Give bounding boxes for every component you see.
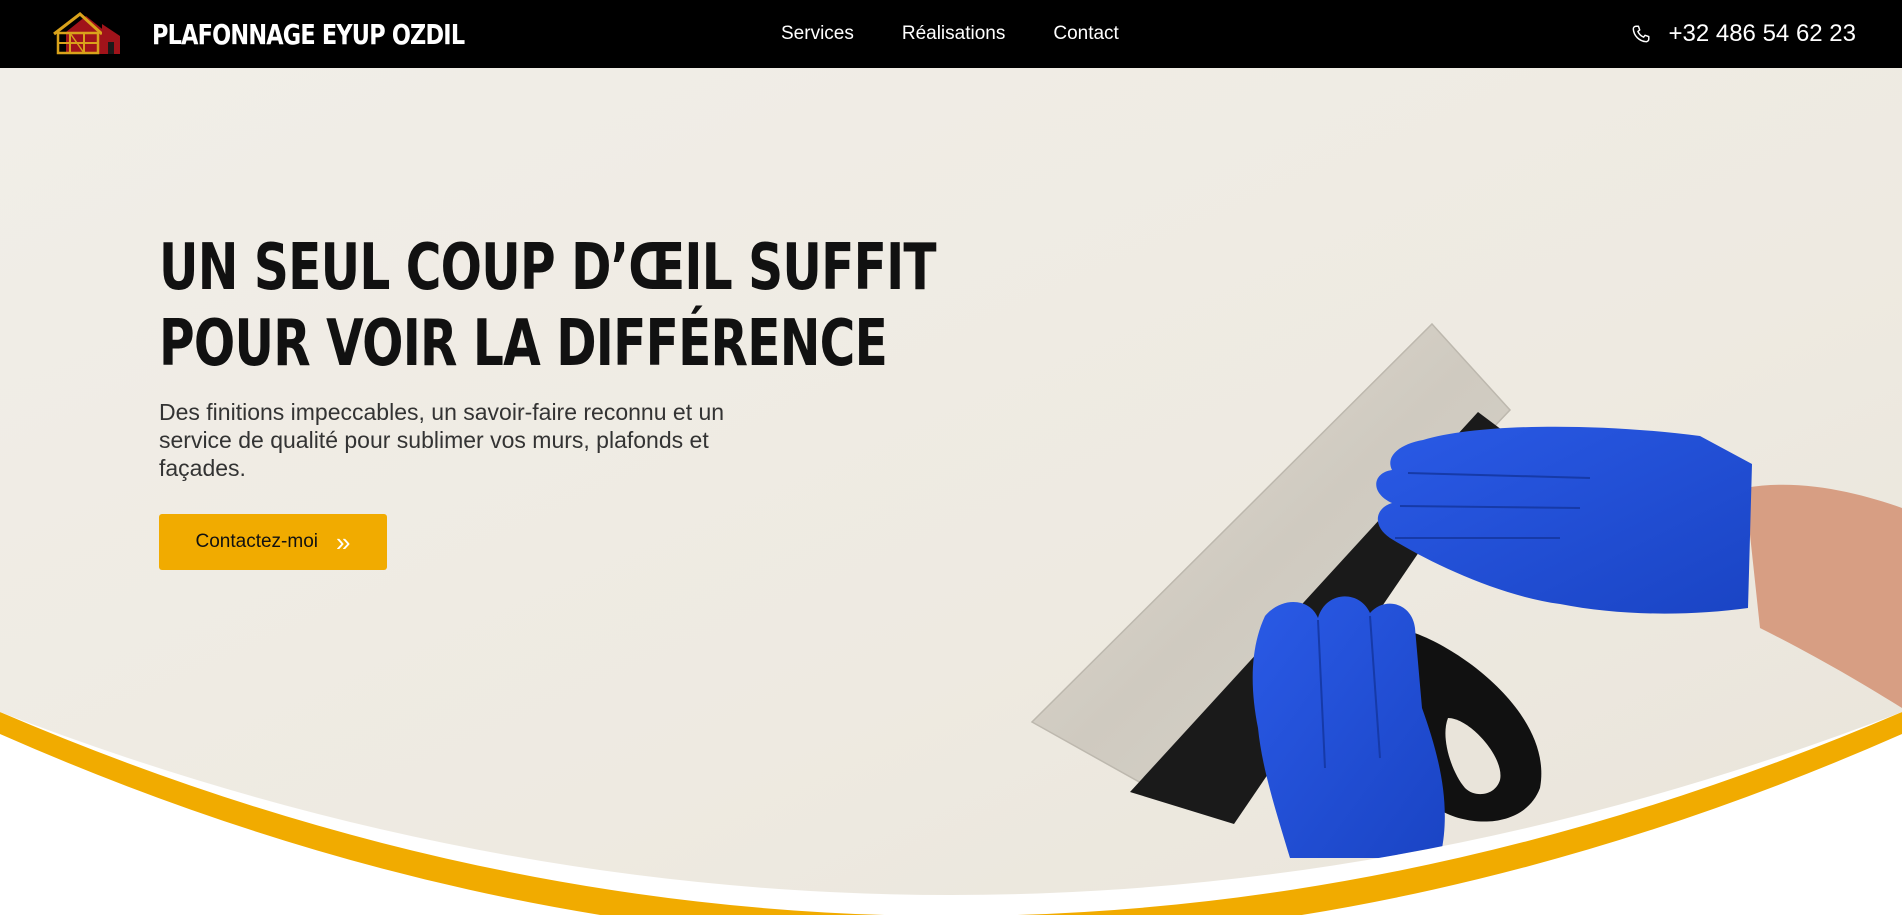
brand-link[interactable]: PLAFONNAGE EYUP OZDIL <box>50 8 542 60</box>
contact-cta-button[interactable]: Contactez-moi » <box>159 514 387 570</box>
hero-title-line-1: UN SEUL COUP D’ŒIL SUFFIT <box>159 231 937 305</box>
hero-title: UN SEUL COUP D’ŒIL SUFFIT POUR VOIR LA D… <box>159 230 937 382</box>
phone-link[interactable]: +32 486 54 62 23 <box>1630 0 1856 68</box>
phone-number: +32 486 54 62 23 <box>1668 20 1856 47</box>
hero-photo <box>0 68 1902 895</box>
hero-section: UN SEUL COUP D’ŒIL SUFFIT POUR VOIR LA D… <box>0 68 1902 915</box>
site-header: PLAFONNAGE EYUP OZDIL Services Réalisati… <box>0 0 1902 68</box>
cta-label: Contactez-moi <box>195 531 319 552</box>
phone-icon <box>1633 25 1651 43</box>
hero-background <box>0 68 1902 915</box>
brand-name: PLAFONNAGE EYUP OZDIL <box>152 17 465 51</box>
nav-services[interactable]: Services <box>781 23 854 45</box>
hero-subtitle: Des finitions impeccables, un savoir-fai… <box>159 399 725 481</box>
main-nav: Services Réalisations Contact <box>781 0 1119 68</box>
nav-contact[interactable]: Contact <box>1053 23 1118 45</box>
double-chevron-right-icon: » <box>336 527 351 557</box>
hero-title-line-2: POUR VOIR LA DIFFÉRENCE <box>159 307 888 381</box>
house-logo-icon <box>53 12 120 55</box>
nav-realisations[interactable]: Réalisations <box>902 23 1006 45</box>
